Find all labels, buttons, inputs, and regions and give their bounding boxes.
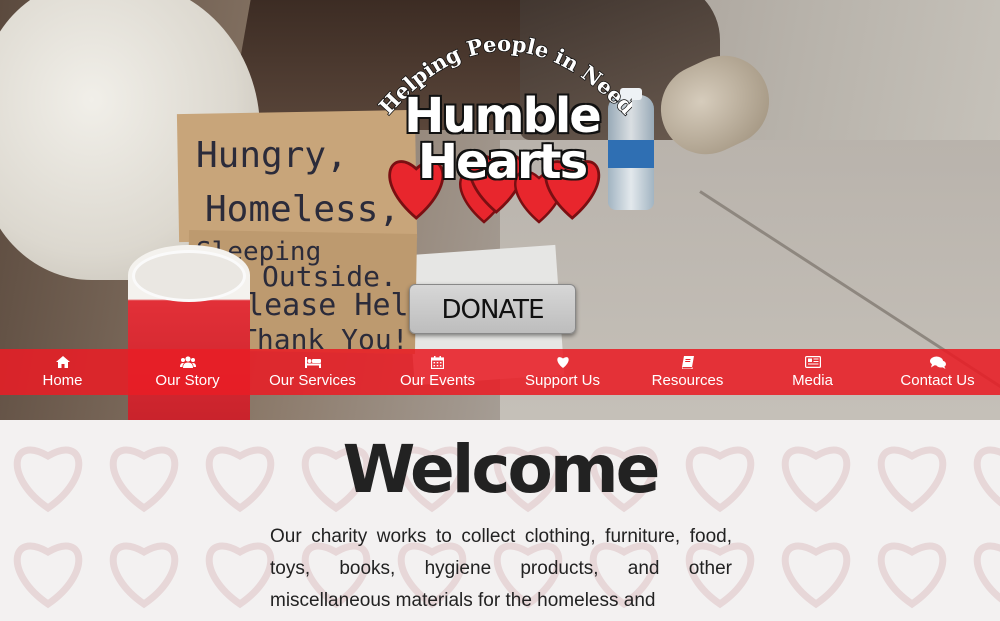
logo-brand-line2: Hearts bbox=[417, 134, 588, 190]
nav-item-label: Home bbox=[42, 372, 83, 389]
nav-item-media[interactable]: Media bbox=[750, 349, 875, 395]
users-icon bbox=[179, 355, 196, 369]
hero-sign-line: Homeless, bbox=[205, 189, 401, 230]
comments-icon bbox=[929, 355, 946, 369]
nav-item-label: Our Services bbox=[269, 372, 356, 389]
donate-button[interactable]: DONATE bbox=[409, 284, 576, 334]
nav-item-resources[interactable]: Resources bbox=[625, 349, 750, 395]
nav-item-label: Support Us bbox=[524, 372, 601, 389]
nav-item-contact-us[interactable]: Contact Us bbox=[875, 349, 1000, 395]
hero-cup-rim bbox=[132, 250, 246, 302]
heart-icon bbox=[555, 355, 571, 369]
book-icon bbox=[680, 355, 696, 369]
nav-item-our-events[interactable]: Our Events bbox=[375, 349, 500, 395]
logo-brand-line1: Humble bbox=[404, 88, 602, 144]
page-title: Welcome bbox=[342, 431, 661, 508]
nav-item-label: Our Story bbox=[155, 372, 220, 389]
intro-paragraph: Our charity works to collect clothing, f… bbox=[270, 526, 732, 611]
nav-item-our-story[interactable]: Our Story bbox=[125, 349, 250, 395]
nav-item-label: Contact Us bbox=[900, 372, 975, 389]
nav-item-support-us[interactable]: Support Us bbox=[500, 349, 625, 395]
home-icon bbox=[55, 355, 71, 369]
bed-icon bbox=[304, 355, 321, 369]
newspaper-icon bbox=[804, 355, 821, 369]
hero-sign-line: Hungry, bbox=[196, 135, 348, 176]
nav-item-home[interactable]: Home bbox=[0, 349, 125, 395]
welcome-section: Welcome Our charity works to collect clo… bbox=[0, 420, 1000, 621]
calendar-icon bbox=[430, 355, 446, 369]
nav-item-label: Media bbox=[792, 372, 833, 389]
nav-item-label: Our Events bbox=[399, 372, 476, 389]
nav-item-our-services[interactable]: Our Services bbox=[250, 349, 375, 395]
humble-hearts-logo[interactable]: Helping People in Need Humble Hearts bbox=[372, 20, 632, 280]
nav-item-label: Resources bbox=[651, 372, 724, 389]
main-nav: Home Our Story Our Services Our Events S… bbox=[0, 349, 1000, 395]
